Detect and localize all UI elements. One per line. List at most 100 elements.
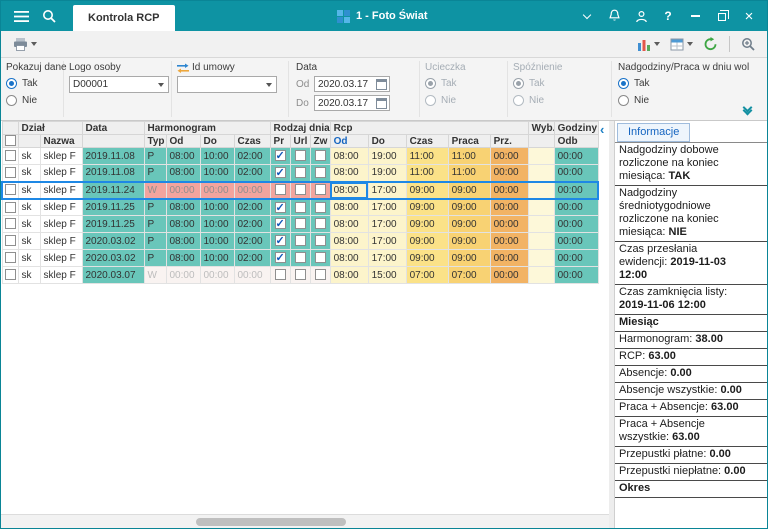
zw-checkbox[interactable] xyxy=(314,150,326,162)
cell-typ[interactable]: P xyxy=(143,232,167,250)
cell-nazwa[interactable]: sklep F xyxy=(39,180,83,200)
cell-rod[interactable]: 08:00 xyxy=(329,249,369,267)
cell-url[interactable] xyxy=(289,147,311,165)
table-row[interactable]: sk sklep F 2020.03.07 W 00:00 00:00 00:00 08:00… xyxy=(1,266,599,284)
cell-pr[interactable] xyxy=(269,180,291,200)
cell-hod[interactable]: 08:00 xyxy=(165,215,201,233)
cell-zw[interactable] xyxy=(309,249,331,267)
pr-checkbox[interactable] xyxy=(274,149,286,162)
company-selector[interactable]: 1 - Foto Świat xyxy=(337,1,428,31)
cell-hdo[interactable]: 10:00 xyxy=(199,198,235,216)
cell-praca[interactable]: 09:00 xyxy=(447,180,491,200)
radio-pokazuj-tak[interactable]: Tak xyxy=(6,77,64,90)
url-checkbox[interactable] xyxy=(294,150,306,162)
cell-prz[interactable]: 00:00 xyxy=(489,198,529,216)
cell-hczas[interactable]: 02:00 xyxy=(233,198,271,216)
cell-zw[interactable] xyxy=(309,147,331,165)
col-subheader-nazwa[interactable]: Nazwa xyxy=(39,134,83,148)
close-button[interactable]: × xyxy=(737,4,761,28)
url-checkbox[interactable] xyxy=(294,252,306,264)
dropdown-button[interactable] xyxy=(575,4,599,28)
url-checkbox[interactable] xyxy=(294,269,306,281)
col-subheader-typ[interactable]: Typ xyxy=(143,134,167,148)
col-subheader-odb[interactable]: Odb xyxy=(553,134,599,148)
cell-rczas[interactable]: 11:00 xyxy=(405,164,449,182)
cell-rczas[interactable]: 09:00 xyxy=(405,232,449,250)
cell-nazwa[interactable]: sklep F xyxy=(39,215,83,233)
minimize-button[interactable] xyxy=(683,4,707,28)
zw-checkbox[interactable] xyxy=(314,167,326,179)
cell-pr[interactable] xyxy=(269,198,291,216)
table-row[interactable]: sk sklep F 2019.11.24 W 00:00 00:00 00:00 08:00… xyxy=(1,180,600,200)
cell-dzial[interactable]: sk xyxy=(17,147,41,165)
col-subheader-url[interactable]: Url xyxy=(289,134,311,148)
cell-hdo[interactable]: 10:00 xyxy=(199,147,235,165)
zoom-button[interactable] xyxy=(737,34,759,54)
table-row[interactable]: sksklep F2020.03.02P08:0010:0002:0008:00… xyxy=(1,232,599,250)
col-subheader-od[interactable]: Od xyxy=(165,134,201,148)
col-header-rcp[interactable]: Rcp xyxy=(329,121,529,135)
tab-informacje[interactable]: Informacje xyxy=(617,123,691,142)
cell-nazwa[interactable]: sklep F xyxy=(39,249,83,267)
cell-url[interactable] xyxy=(289,266,311,284)
cell-data[interactable]: 2020.03.02 xyxy=(81,249,145,267)
cell-zw[interactable] xyxy=(309,180,331,200)
cell-praca[interactable]: 09:00 xyxy=(447,215,491,233)
cell-rod[interactable]: 08:00 xyxy=(329,198,369,216)
cell-hczas[interactable]: 00:00 xyxy=(233,180,271,200)
cell-zw[interactable] xyxy=(309,198,331,216)
cell-odb[interactable]: 00:00 xyxy=(553,147,599,165)
col-subheader-do[interactable]: Do xyxy=(199,134,235,148)
cell-prz[interactable]: 00:00 xyxy=(489,164,529,182)
cell-dzial[interactable]: sk xyxy=(17,164,41,182)
table-row[interactable]: sksklep F2019.11.08P08:0010:0002:0008:00… xyxy=(1,164,599,182)
cell-nazwa[interactable]: sklep F xyxy=(39,266,83,284)
cell-rdo[interactable]: 17:00 xyxy=(367,249,407,267)
cell-rod[interactable]: 08:00 xyxy=(329,147,369,165)
col-subheader-rcp-do[interactable]: Do xyxy=(367,134,407,148)
cell-hczas[interactable]: 00:00 xyxy=(233,266,271,284)
cell-hczas[interactable]: 02:00 xyxy=(233,232,271,250)
cell-prz[interactable]: 00:00 xyxy=(489,232,529,250)
cell-cb[interactable] xyxy=(1,249,19,267)
pr-checkbox[interactable] xyxy=(274,166,286,179)
row-checkbox[interactable] xyxy=(4,235,16,247)
pr-checkbox[interactable] xyxy=(274,269,286,281)
table-row[interactable]: sksklep F2019.11.08P08:0010:0002:0008:00… xyxy=(1,147,599,165)
cell-data[interactable]: 2019.11.08 xyxy=(81,164,145,182)
row-checkbox[interactable] xyxy=(4,184,16,196)
cell-zw[interactable] xyxy=(309,266,331,284)
cell-hczas[interactable]: 02:00 xyxy=(233,164,271,182)
calendar-icon[interactable] xyxy=(376,78,387,90)
cell-typ[interactable]: W xyxy=(143,180,167,200)
cell-rod[interactable]: 08:00 xyxy=(329,180,369,200)
help-button[interactable]: ? xyxy=(656,4,680,28)
cell-url[interactable] xyxy=(289,164,311,182)
cell-odb[interactable]: 00:00 xyxy=(553,164,599,182)
cell-rdo[interactable]: 19:00 xyxy=(367,147,407,165)
cell-rdo[interactable]: 15:00 xyxy=(367,266,407,284)
select-all-checkbox[interactable] xyxy=(4,135,16,147)
pr-checkbox[interactable] xyxy=(274,234,286,247)
cell-nazwa[interactable]: sklep F xyxy=(39,147,83,165)
cell-hczas[interactable]: 02:00 xyxy=(233,147,271,165)
cell-hod[interactable]: 08:00 xyxy=(165,147,201,165)
cell-rod[interactable]: 08:00 xyxy=(329,215,369,233)
cell-odb[interactable]: 00:00 xyxy=(553,215,599,233)
notifications-button[interactable] xyxy=(602,4,626,28)
cell-data[interactable]: 2019.11.24 xyxy=(81,180,145,200)
cell-typ[interactable]: P xyxy=(143,198,167,216)
cell-pr[interactable] xyxy=(269,266,291,284)
header-select-all[interactable] xyxy=(1,134,19,148)
cell-wyb[interactable] xyxy=(527,232,555,250)
cell-prz[interactable]: 00:00 xyxy=(489,215,529,233)
url-checkbox[interactable] xyxy=(294,201,306,213)
cell-prz[interactable]: 00:00 xyxy=(489,266,529,284)
col-subheader-rcp-czas[interactable]: Czas xyxy=(405,134,449,148)
logo-osoby-select[interactable]: D00001 xyxy=(69,76,169,93)
cell-dzial[interactable]: sk xyxy=(17,232,41,250)
cell-rod[interactable]: 08:00 xyxy=(329,232,369,250)
id-umowy-select[interactable] xyxy=(177,76,277,93)
print-button[interactable] xyxy=(9,35,41,54)
radio-pokazuj-nie[interactable]: Nie xyxy=(6,94,64,107)
